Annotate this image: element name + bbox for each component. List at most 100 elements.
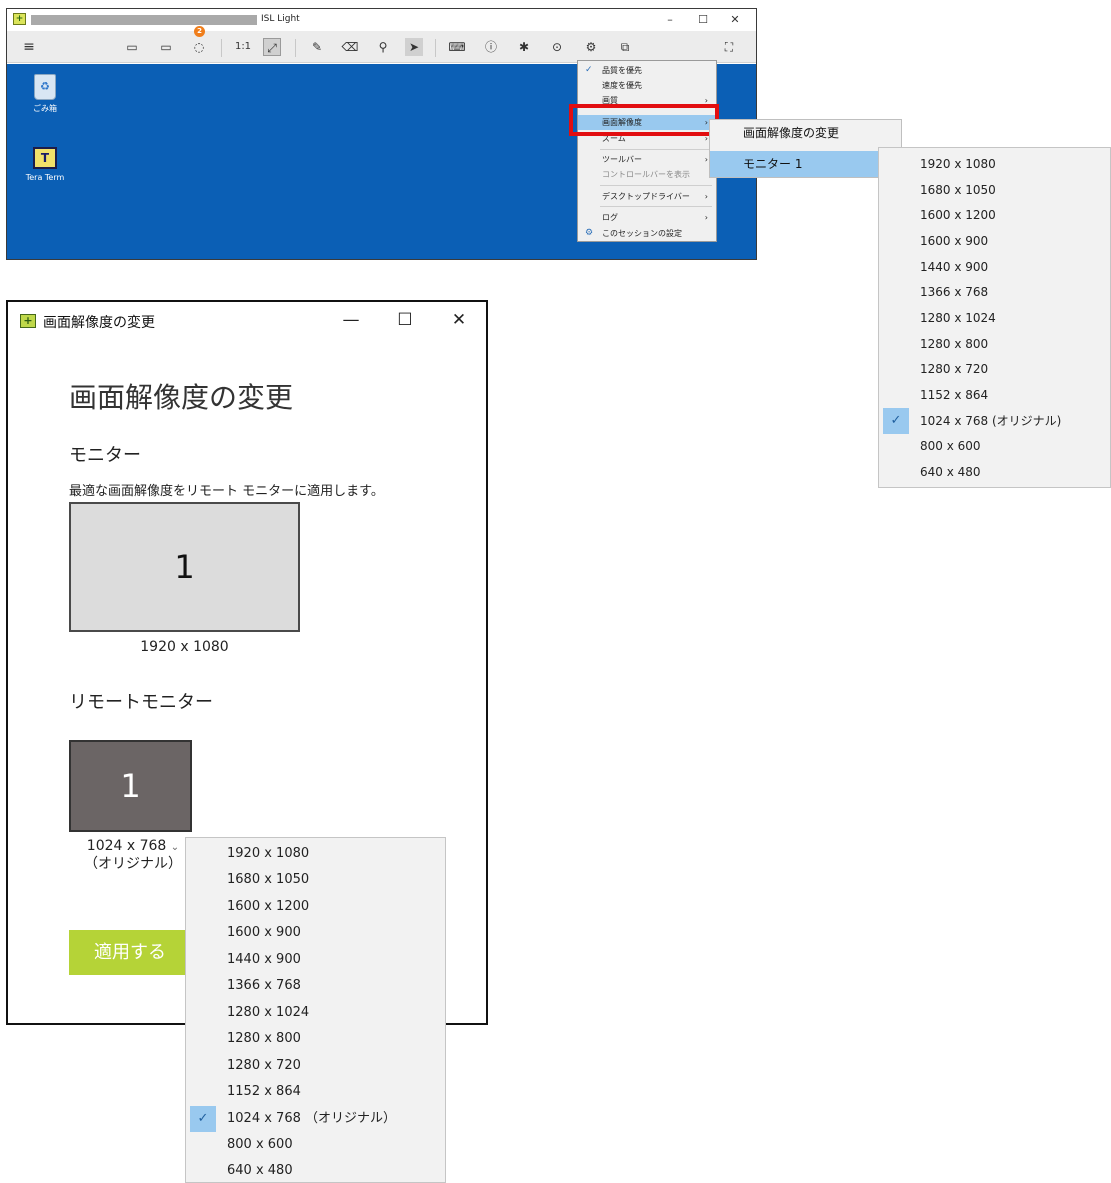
resolution-option[interactable]: 1920 x 1080 [879, 151, 1110, 177]
one-to-one-button[interactable]: 1:1 [232, 38, 254, 56]
chevron-right-icon: › [704, 155, 708, 164]
resolution-option[interactable]: 1366 x 768 [879, 279, 1110, 305]
menu-item-change-resolution[interactable]: 画面解像度の変更 [710, 120, 901, 146]
menu-item-desktop-driver[interactable]: デスクトップドライバー › [578, 189, 716, 204]
chat-icon[interactable]: ◌ [190, 38, 208, 56]
menu-divider [600, 206, 712, 207]
tera-term-desktop-icon[interactable]: T Tera Term [15, 147, 75, 182]
tera-term-label: Tera Term [25, 173, 65, 182]
resolution-option[interactable]: 1440 x 900 [186, 947, 445, 973]
resolution-option[interactable]: 1920 x 1080 [186, 841, 445, 867]
asterisk-icon[interactable]: ✱ [515, 38, 533, 56]
redacted-title [31, 15, 257, 25]
resolution-option[interactable]: 1280 x 1024 [186, 1000, 445, 1026]
title-bar: + ISL Light – ☐ ✕ [7, 9, 756, 31]
app-icon: + [20, 314, 36, 328]
menu-item-show-control-bar[interactable]: コントロールバーを表示 [578, 167, 716, 182]
chat-notification-badge: 2 [194, 26, 205, 37]
screen-resolution-submenu: 画面解像度の変更 モニター 1 [709, 119, 902, 178]
record-icon[interactable]: ⊙ [548, 38, 566, 56]
local-monitor-resolution: 1920 x 1080 [140, 639, 229, 655]
menu-divider [600, 149, 712, 150]
pin-icon[interactable]: ⚲ [374, 38, 392, 56]
resolution-option[interactable]: 1600 x 900 [186, 920, 445, 946]
resolution-option[interactable]: 1152 x 864 [879, 382, 1110, 408]
info-icon[interactable]: ⓘ [482, 38, 500, 56]
tera-term-icon: T [33, 147, 57, 169]
context-menu: ✓ 品質を優先 速度を優先 画質 › 画面解像度 › ズーム › ツールバー ›… [577, 60, 717, 242]
resolution-option-selected[interactable]: ✓ 1024 x 768 （オリジナル） [186, 1106, 445, 1132]
isl-app-icon: + [13, 13, 26, 25]
menu-item-label: 速度を優先 [602, 81, 642, 90]
resolution-option[interactable]: 800 x 600 [186, 1132, 445, 1158]
menu-item-toolbar[interactable]: ツールバー › [578, 152, 716, 167]
resolution-option[interactable]: 1280 x 720 [879, 356, 1110, 382]
resolution-option[interactable]: 1600 x 900 [879, 228, 1110, 254]
pointer-icon[interactable]: ➤ [405, 38, 423, 56]
maximize-button[interactable]: ☐ [693, 12, 713, 28]
resolution-option[interactable]: 1440 x 900 [879, 254, 1110, 280]
fit-screen-icon[interactable]: ⤢ [263, 38, 281, 56]
recycle-bin-label: ごみ箱 [33, 104, 57, 113]
minimize-button[interactable]: – [660, 12, 680, 28]
remote-monitor-preview[interactable]: 1 [69, 740, 192, 832]
maximize-button[interactable]: ☐ [390, 308, 420, 332]
resolution-option[interactable]: 640 x 480 [186, 1158, 445, 1183]
highlight-annotation [569, 104, 719, 136]
menu-item-monitor-1[interactable]: モニター 1 [710, 151, 901, 177]
folder-icon[interactable]: ▭ [157, 38, 175, 56]
resolution-option[interactable]: 1366 x 768 [186, 973, 445, 999]
resolution-option[interactable]: 640 x 480 [879, 459, 1110, 485]
resolution-option[interactable]: 1152 x 864 [186, 1079, 445, 1105]
menu-item-log[interactable]: ログ › [578, 210, 716, 225]
resolution-option[interactable]: 800 x 600 [879, 433, 1110, 459]
resolution-option[interactable]: 1680 x 1050 [879, 177, 1110, 203]
gear-icon[interactable]: ⚙ [582, 38, 600, 56]
session-icon[interactable]: ⧉ [616, 38, 634, 56]
chevron-down-icon: ⌄ [170, 842, 180, 853]
monitor-icon[interactable]: ▭ [123, 38, 141, 56]
recycle-bin-icon: ♻ [34, 74, 56, 100]
close-button[interactable]: ✕ [725, 12, 745, 28]
menu-item-session-settings[interactable]: ⚙ このセッションの設定 [578, 226, 716, 241]
resolution-option[interactable]: 1280 x 720 [186, 1053, 445, 1079]
local-monitor-preview: 1 [69, 502, 300, 632]
resolution-option[interactable]: 1280 x 1024 [879, 305, 1110, 331]
resolution-option[interactable]: 1280 x 800 [879, 331, 1110, 357]
resolution-option-label: 1024 x 768 （オリジナル） [227, 1111, 396, 1126]
check-icon: ✓ [883, 408, 909, 434]
check-icon: ✓ [190, 1106, 216, 1132]
apply-button[interactable]: 適用する [69, 930, 191, 975]
resolution-option[interactable]: 1680 x 1050 [186, 867, 445, 893]
close-button[interactable]: ✕ [444, 308, 474, 332]
menu-item-label: コントロールバーを表示 [602, 170, 690, 179]
description-text: 最適な画面解像度をリモート モニターに適用します。 [69, 484, 384, 499]
menu-divider [600, 185, 712, 186]
menu-icon[interactable]: ≡ [20, 38, 38, 56]
chevron-right-icon: › [704, 213, 708, 222]
minimize-button[interactable]: — [336, 308, 366, 332]
resolution-option[interactable]: 1600 x 1200 [879, 202, 1110, 228]
fullscreen-icon[interactable]: ⛶ [720, 38, 738, 56]
toolbar-divider [221, 39, 222, 57]
page-title: 画面解像度の変更 [69, 381, 294, 414]
menu-item-speed-priority[interactable]: 速度を優先 [578, 78, 716, 93]
remote-resolution-select[interactable]: 1024 x 768 ⌄ （オリジナル） [69, 838, 197, 873]
menu-item-label: ツールバー [602, 155, 642, 164]
keyboard-icon[interactable]: ⌨ [448, 38, 466, 56]
resolution-option[interactable]: 1280 x 800 [186, 1026, 445, 1052]
menu-item-label: このセッションの設定 [602, 229, 682, 238]
recycle-bin-desktop-icon[interactable]: ♻ ごみ箱 [15, 74, 75, 114]
menu-item-label: ログ [602, 213, 618, 222]
resolution-option-selected[interactable]: ✓ 1024 x 768 (オリジナル) [879, 408, 1110, 434]
window-title: ISL Light [261, 14, 300, 24]
eraser-icon[interactable]: ⌫ [341, 38, 359, 56]
resolution-option[interactable]: 1600 x 1200 [186, 894, 445, 920]
remote-monitor-section-label: リモートモニター [69, 692, 213, 713]
gear-icon: ⚙ [585, 228, 594, 238]
menu-item-quality-priority[interactable]: ✓ 品質を優先 [578, 63, 716, 78]
resolution-dropdown: 1920 x 1080 1680 x 1050 1600 x 1200 1600… [185, 837, 446, 1183]
pen-icon[interactable]: ✎ [308, 38, 326, 56]
remote-resolution-note: （オリジナル） [84, 856, 182, 872]
menu-item-label: デスクトップドライバー [602, 192, 690, 201]
